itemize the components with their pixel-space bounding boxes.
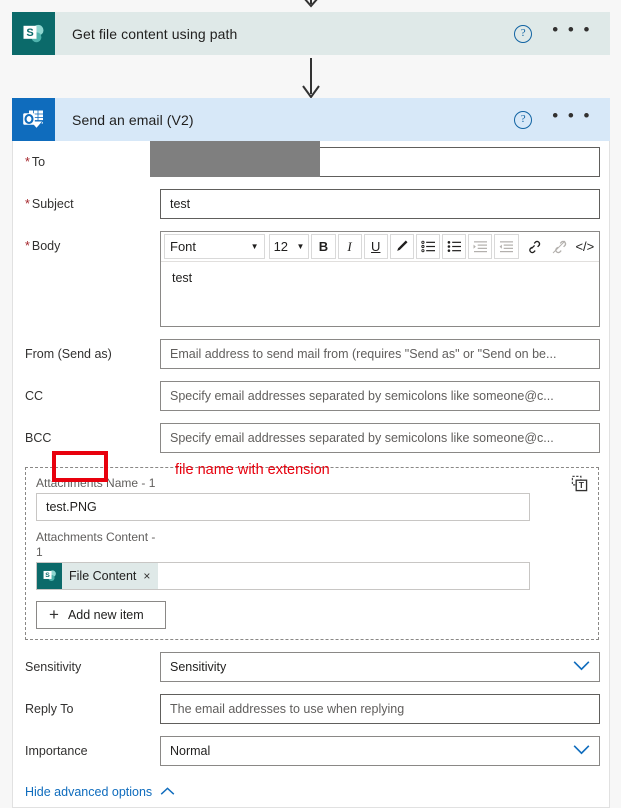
token-label: File Content xyxy=(69,569,137,583)
redaction-overlay-to-field xyxy=(150,141,320,177)
sharepoint-icon: S xyxy=(12,12,55,55)
step-header-sharepoint[interactable]: S Get file content using path ? • • • xyxy=(12,12,610,55)
step-header-actions: ? • • • xyxy=(514,21,610,43)
field-row-subject: * Subject test xyxy=(13,183,609,225)
required-marker: * xyxy=(25,197,30,211)
italic-button[interactable]: I xyxy=(337,234,362,259)
file-content-token[interactable]: S File Content × xyxy=(37,563,159,589)
step-header-actions: ? • • • xyxy=(514,107,610,129)
rte-toolbar: Font ▼ 12 ▼ B I U </> xyxy=(161,232,599,262)
control-sensitivity: Sensitivity xyxy=(160,652,600,682)
body-text-area[interactable]: test xyxy=(161,262,599,326)
attachments-name-input[interactable]: test.PNG xyxy=(36,493,530,521)
add-new-item-button[interactable]: + Add new item xyxy=(36,601,166,629)
label-subject: * Subject xyxy=(25,197,74,211)
label-reply-to: Reply To xyxy=(25,702,74,716)
outlook-icon xyxy=(12,98,55,141)
help-icon[interactable]: ? xyxy=(514,24,533,43)
control-reply-to: The email addresses to use when replying xyxy=(160,694,600,724)
more-commands-icon[interactable]: • • • xyxy=(552,107,592,126)
flow-step-get-file-content[interactable]: S Get file content using path ? • • • xyxy=(12,12,610,55)
control-bcc: Specify email addresses separated by sem… xyxy=(160,423,600,453)
cc-input[interactable]: Specify email addresses separated by sem… xyxy=(160,381,600,411)
required-marker: * xyxy=(25,239,30,253)
from-input[interactable]: Email address to send mail from (require… xyxy=(160,339,600,369)
annotation-note-file-name: file name with extension xyxy=(175,462,330,478)
control-subject: test xyxy=(160,189,600,219)
help-icon[interactable]: ? xyxy=(514,110,533,129)
field-row-sensitivity: Sensitivity Sensitivity xyxy=(13,646,609,688)
chevron-down-icon: ▼ xyxy=(250,242,259,251)
plus-icon: + xyxy=(49,605,59,624)
highlight-pen-icon[interactable] xyxy=(389,234,414,259)
unlink-icon[interactable] xyxy=(546,234,571,259)
label-sensitivity: Sensitivity xyxy=(25,660,82,674)
chevron-up-icon xyxy=(160,784,175,799)
svg-text:T: T xyxy=(579,480,585,490)
bold-button[interactable]: B xyxy=(311,234,336,259)
required-marker: * xyxy=(25,155,30,169)
bulleted-list-icon[interactable] xyxy=(442,234,467,259)
hide-advanced-options-label: Hide advanced options xyxy=(25,784,153,799)
rich-text-editor[interactable]: Font ▼ 12 ▼ B I U </> test xyxy=(160,231,600,327)
label-to: * To xyxy=(25,155,46,169)
attachments-group: T Attachments Name - 1 test.PNG Attachme… xyxy=(25,467,599,640)
font-family-dropdown[interactable]: Font ▼ xyxy=(164,234,265,259)
code-view-button[interactable]: </> xyxy=(572,234,597,259)
attachments-content-label: Attachments Content - 1 xyxy=(36,530,156,559)
connector-arrow-middle xyxy=(0,58,621,100)
reply-to-input[interactable]: The email addresses to use when replying xyxy=(160,694,600,724)
label-from: From (Send as) xyxy=(25,347,112,361)
label-importance: Importance xyxy=(25,744,88,758)
attachments-name-label: Attachments Name - 1 xyxy=(36,476,156,490)
attachments-content-input[interactable]: S File Content × xyxy=(36,562,530,590)
connector-arrow-top xyxy=(0,0,621,10)
underline-button[interactable]: U xyxy=(363,234,388,259)
sensitivity-dropdown[interactable]: Sensitivity xyxy=(160,652,600,682)
link-icon[interactable] xyxy=(520,234,545,259)
sharepoint-token-icon: S xyxy=(37,563,62,589)
font-size-dropdown[interactable]: 12 ▼ xyxy=(268,234,310,259)
outdent-icon[interactable] xyxy=(494,234,519,259)
chevron-down-icon xyxy=(573,744,590,758)
more-commands-icon[interactable]: • • • xyxy=(552,21,592,40)
hide-advanced-options-toggle[interactable]: Hide advanced options xyxy=(13,772,609,799)
field-row-reply-to: Reply To The email addresses to use when… xyxy=(13,688,609,730)
chevron-down-icon: ▼ xyxy=(296,242,305,251)
control-cc: Specify email addresses separated by sem… xyxy=(160,381,600,411)
numbered-list-icon[interactable] xyxy=(415,234,441,259)
control-importance: Normal xyxy=(160,736,600,766)
annotation-highlight-extension xyxy=(52,451,108,482)
step-header-outlook[interactable]: Send an email (V2) ? • • • xyxy=(12,98,610,141)
subject-input[interactable]: test xyxy=(160,189,600,219)
bcc-input[interactable]: Specify email addresses separated by sem… xyxy=(160,423,600,453)
svg-text:S: S xyxy=(45,572,50,579)
step-title: Get file content using path xyxy=(72,25,238,42)
label-bcc: BCC xyxy=(25,431,52,445)
field-row-body: * Body Font ▼ 12 ▼ B I U </> test xyxy=(13,225,609,333)
step-title: Send an email (V2) xyxy=(72,111,194,128)
field-row-cc: CC Specify email addresses separated by … xyxy=(13,375,609,417)
control-body: Font ▼ 12 ▼ B I U </> test xyxy=(160,231,600,327)
dynamic-content-token-icon[interactable]: T xyxy=(571,475,588,495)
indent-icon[interactable] xyxy=(468,234,493,259)
svg-text:S: S xyxy=(26,26,33,38)
chevron-down-icon xyxy=(573,660,590,674)
label-cc: CC xyxy=(25,389,44,403)
control-from: Email address to send mail from (require… xyxy=(160,339,600,369)
field-row-from: From (Send as) Email address to send mai… xyxy=(13,333,609,375)
remove-token-icon[interactable]: × xyxy=(143,569,150,583)
label-body: * Body xyxy=(25,239,61,253)
importance-dropdown[interactable]: Normal xyxy=(160,736,600,766)
